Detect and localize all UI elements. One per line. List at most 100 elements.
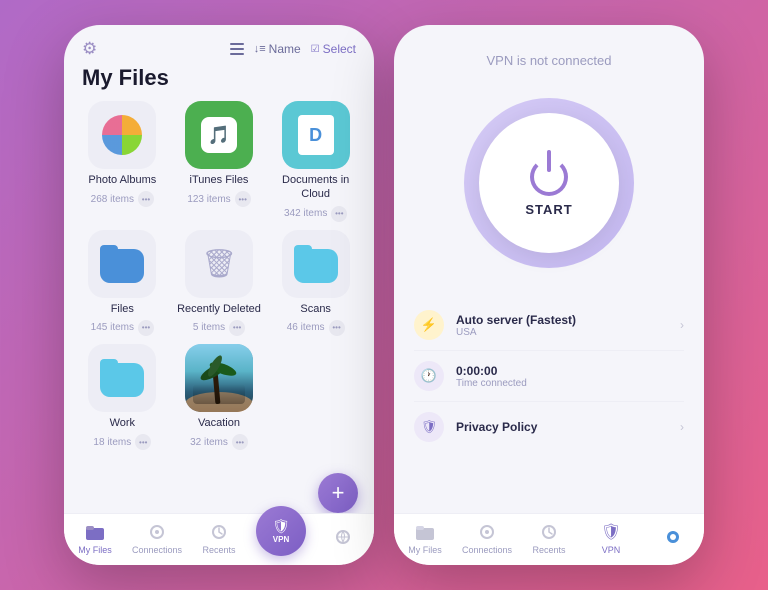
more-button[interactable]: ••• bbox=[329, 320, 345, 336]
start-label: START bbox=[525, 202, 572, 217]
more-button[interactable]: ••• bbox=[135, 434, 151, 450]
nav-label: My Files bbox=[408, 545, 442, 555]
nav-item-my-files[interactable]: My Files bbox=[64, 521, 126, 555]
browse-nav-icon bbox=[332, 526, 354, 548]
shield-icon: 🛡 bbox=[414, 412, 444, 442]
nav-item-recents[interactable]: Recents bbox=[188, 521, 250, 555]
file-count: 268 items bbox=[91, 194, 134, 205]
file-name: Scans bbox=[300, 302, 331, 316]
select-button[interactable]: ☑ Select bbox=[311, 42, 356, 56]
nav-item-browse[interactable] bbox=[642, 526, 704, 550]
server-selector[interactable]: ⚡ Auto server (Fastest) USA › bbox=[414, 300, 684, 351]
file-name: Documents in Cloud bbox=[271, 173, 360, 202]
itunes-icon: 🎵 bbox=[201, 117, 237, 153]
file-count-row: 46 items ••• bbox=[287, 320, 345, 336]
nav-item-browse[interactable] bbox=[312, 526, 374, 550]
lightning-icon: ⚡ bbox=[414, 310, 444, 340]
bottom-nav: My Files Connections Recents 🛡 VPN bbox=[64, 513, 374, 565]
file-count: 46 items bbox=[287, 322, 325, 333]
nav-item-connections[interactable]: Connections bbox=[126, 521, 188, 555]
list-item[interactable]: 🎵 iTunes Files 123 items ••• bbox=[175, 101, 264, 222]
chevron-right-icon: › bbox=[680, 318, 684, 332]
nav-item-vpn-active[interactable]: 🛡 VPN bbox=[580, 521, 642, 555]
gear-icon[interactable]: ⚙ bbox=[82, 39, 97, 59]
menu-icon[interactable] bbox=[230, 43, 244, 55]
file-icon-vacation bbox=[185, 344, 253, 412]
policy-title: Privacy Policy bbox=[456, 420, 680, 434]
file-icon-scans bbox=[282, 230, 350, 298]
add-button[interactable]: + bbox=[318, 473, 358, 513]
nav-label: Connections bbox=[132, 545, 182, 555]
recents-nav-icon bbox=[208, 521, 230, 543]
photo-albums-icon bbox=[102, 115, 142, 155]
file-icon-work bbox=[88, 344, 156, 412]
time-info: 0:00:00 Time connected bbox=[456, 364, 684, 389]
sort-button[interactable]: ↓≡ Name bbox=[254, 42, 301, 56]
file-name: Files bbox=[111, 302, 134, 316]
nav-label: My Files bbox=[78, 545, 112, 555]
file-count-row: 5 items ••• bbox=[193, 320, 245, 336]
list-item[interactable]: 🗑 Recently Deleted 5 items ••• bbox=[175, 230, 264, 336]
time-sub: Time connected bbox=[456, 378, 684, 389]
left-phone: ⚙ ↓≡ Name ☑ Select My Files bbox=[64, 25, 374, 565]
more-button[interactable]: ••• bbox=[235, 191, 251, 207]
more-button[interactable]: ••• bbox=[138, 320, 154, 336]
file-count-row: 268 items ••• bbox=[91, 191, 154, 207]
time-title: 0:00:00 bbox=[456, 364, 684, 378]
policy-info: Privacy Policy bbox=[456, 420, 680, 434]
files-nav-icon bbox=[84, 521, 106, 543]
clock-icon: 🕐 bbox=[414, 361, 444, 391]
server-title: Auto server (Fastest) bbox=[456, 313, 680, 327]
more-button[interactable]: ••• bbox=[138, 191, 154, 207]
file-count: 32 items bbox=[190, 437, 228, 448]
vpn-info-list: ⚡ Auto server (Fastest) USA › 🕐 0:00:00 … bbox=[414, 300, 684, 452]
vpn-status-label: VPN is not connected bbox=[486, 53, 611, 68]
vpn-power-button[interactable]: START bbox=[479, 113, 619, 253]
list-item[interactable]: D Documents in Cloud 342 items ••• bbox=[271, 101, 360, 222]
time-display: 🕐 0:00:00 Time connected bbox=[414, 351, 684, 402]
file-count-row: 32 items ••• bbox=[190, 434, 248, 450]
list-item[interactable]: Scans 46 items ••• bbox=[271, 230, 360, 336]
file-count: 18 items bbox=[93, 437, 131, 448]
privacy-policy-link[interactable]: 🛡 Privacy Policy › bbox=[414, 402, 684, 452]
files-grid: Photo Albums 268 items ••• 🎵 iTunes File… bbox=[64, 95, 374, 456]
file-name: iTunes Files bbox=[190, 173, 249, 187]
list-item[interactable]: Work 18 items ••• bbox=[78, 344, 167, 450]
nav-item-my-files[interactable]: My Files bbox=[394, 521, 456, 555]
file-count-row: 123 items ••• bbox=[187, 191, 250, 207]
file-count-row: 145 items ••• bbox=[91, 320, 154, 336]
nav-item-vpn[interactable]: 🛡 VPN bbox=[250, 520, 312, 556]
nav-label: Recents bbox=[202, 545, 235, 555]
file-count: 342 items bbox=[284, 208, 327, 219]
list-item[interactable]: Photo Albums 268 items ••• bbox=[78, 101, 167, 222]
connections-nav-icon bbox=[146, 521, 168, 543]
file-count: 145 items bbox=[91, 322, 134, 333]
left-header: ⚙ ↓≡ Name ☑ Select bbox=[64, 25, 374, 59]
vpn-nav-icon: 🛡 bbox=[600, 521, 622, 543]
more-button[interactable]: ••• bbox=[229, 320, 245, 336]
nav-label: VPN bbox=[602, 545, 621, 555]
more-button[interactable]: ••• bbox=[232, 434, 248, 450]
file-icon-trash: 🗑 bbox=[185, 230, 253, 298]
file-count: 5 items bbox=[193, 322, 225, 333]
nav-label: Recents bbox=[532, 545, 565, 555]
right-bottom-nav: My Files Connections Recents 🛡 VPN bbox=[394, 513, 704, 565]
chevron-right-icon: › bbox=[680, 420, 684, 434]
server-sub: USA bbox=[456, 327, 680, 338]
file-icon-docs: D bbox=[282, 101, 350, 169]
nav-item-recents[interactable]: Recents bbox=[518, 521, 580, 555]
vpn-content: VPN is not connected START ⚡ Auto se bbox=[394, 25, 704, 565]
connections-nav-icon bbox=[476, 521, 498, 543]
nav-item-connections[interactable]: Connections bbox=[456, 521, 518, 555]
right-phone: VPN is not connected START ⚡ Auto se bbox=[394, 25, 704, 565]
power-icon bbox=[525, 150, 573, 198]
list-item[interactable]: Vacation 32 items ••• bbox=[175, 344, 264, 450]
vpn-power-ring[interactable]: START bbox=[464, 98, 634, 268]
more-button[interactable]: ••• bbox=[331, 206, 347, 222]
list-item[interactable]: Files 145 items ••• bbox=[78, 230, 167, 336]
server-info: Auto server (Fastest) USA bbox=[456, 313, 680, 338]
page-title: My Files bbox=[64, 59, 374, 95]
file-count: 123 items bbox=[187, 194, 230, 205]
file-name: Recently Deleted bbox=[177, 302, 261, 316]
file-count-row: 18 items ••• bbox=[93, 434, 151, 450]
